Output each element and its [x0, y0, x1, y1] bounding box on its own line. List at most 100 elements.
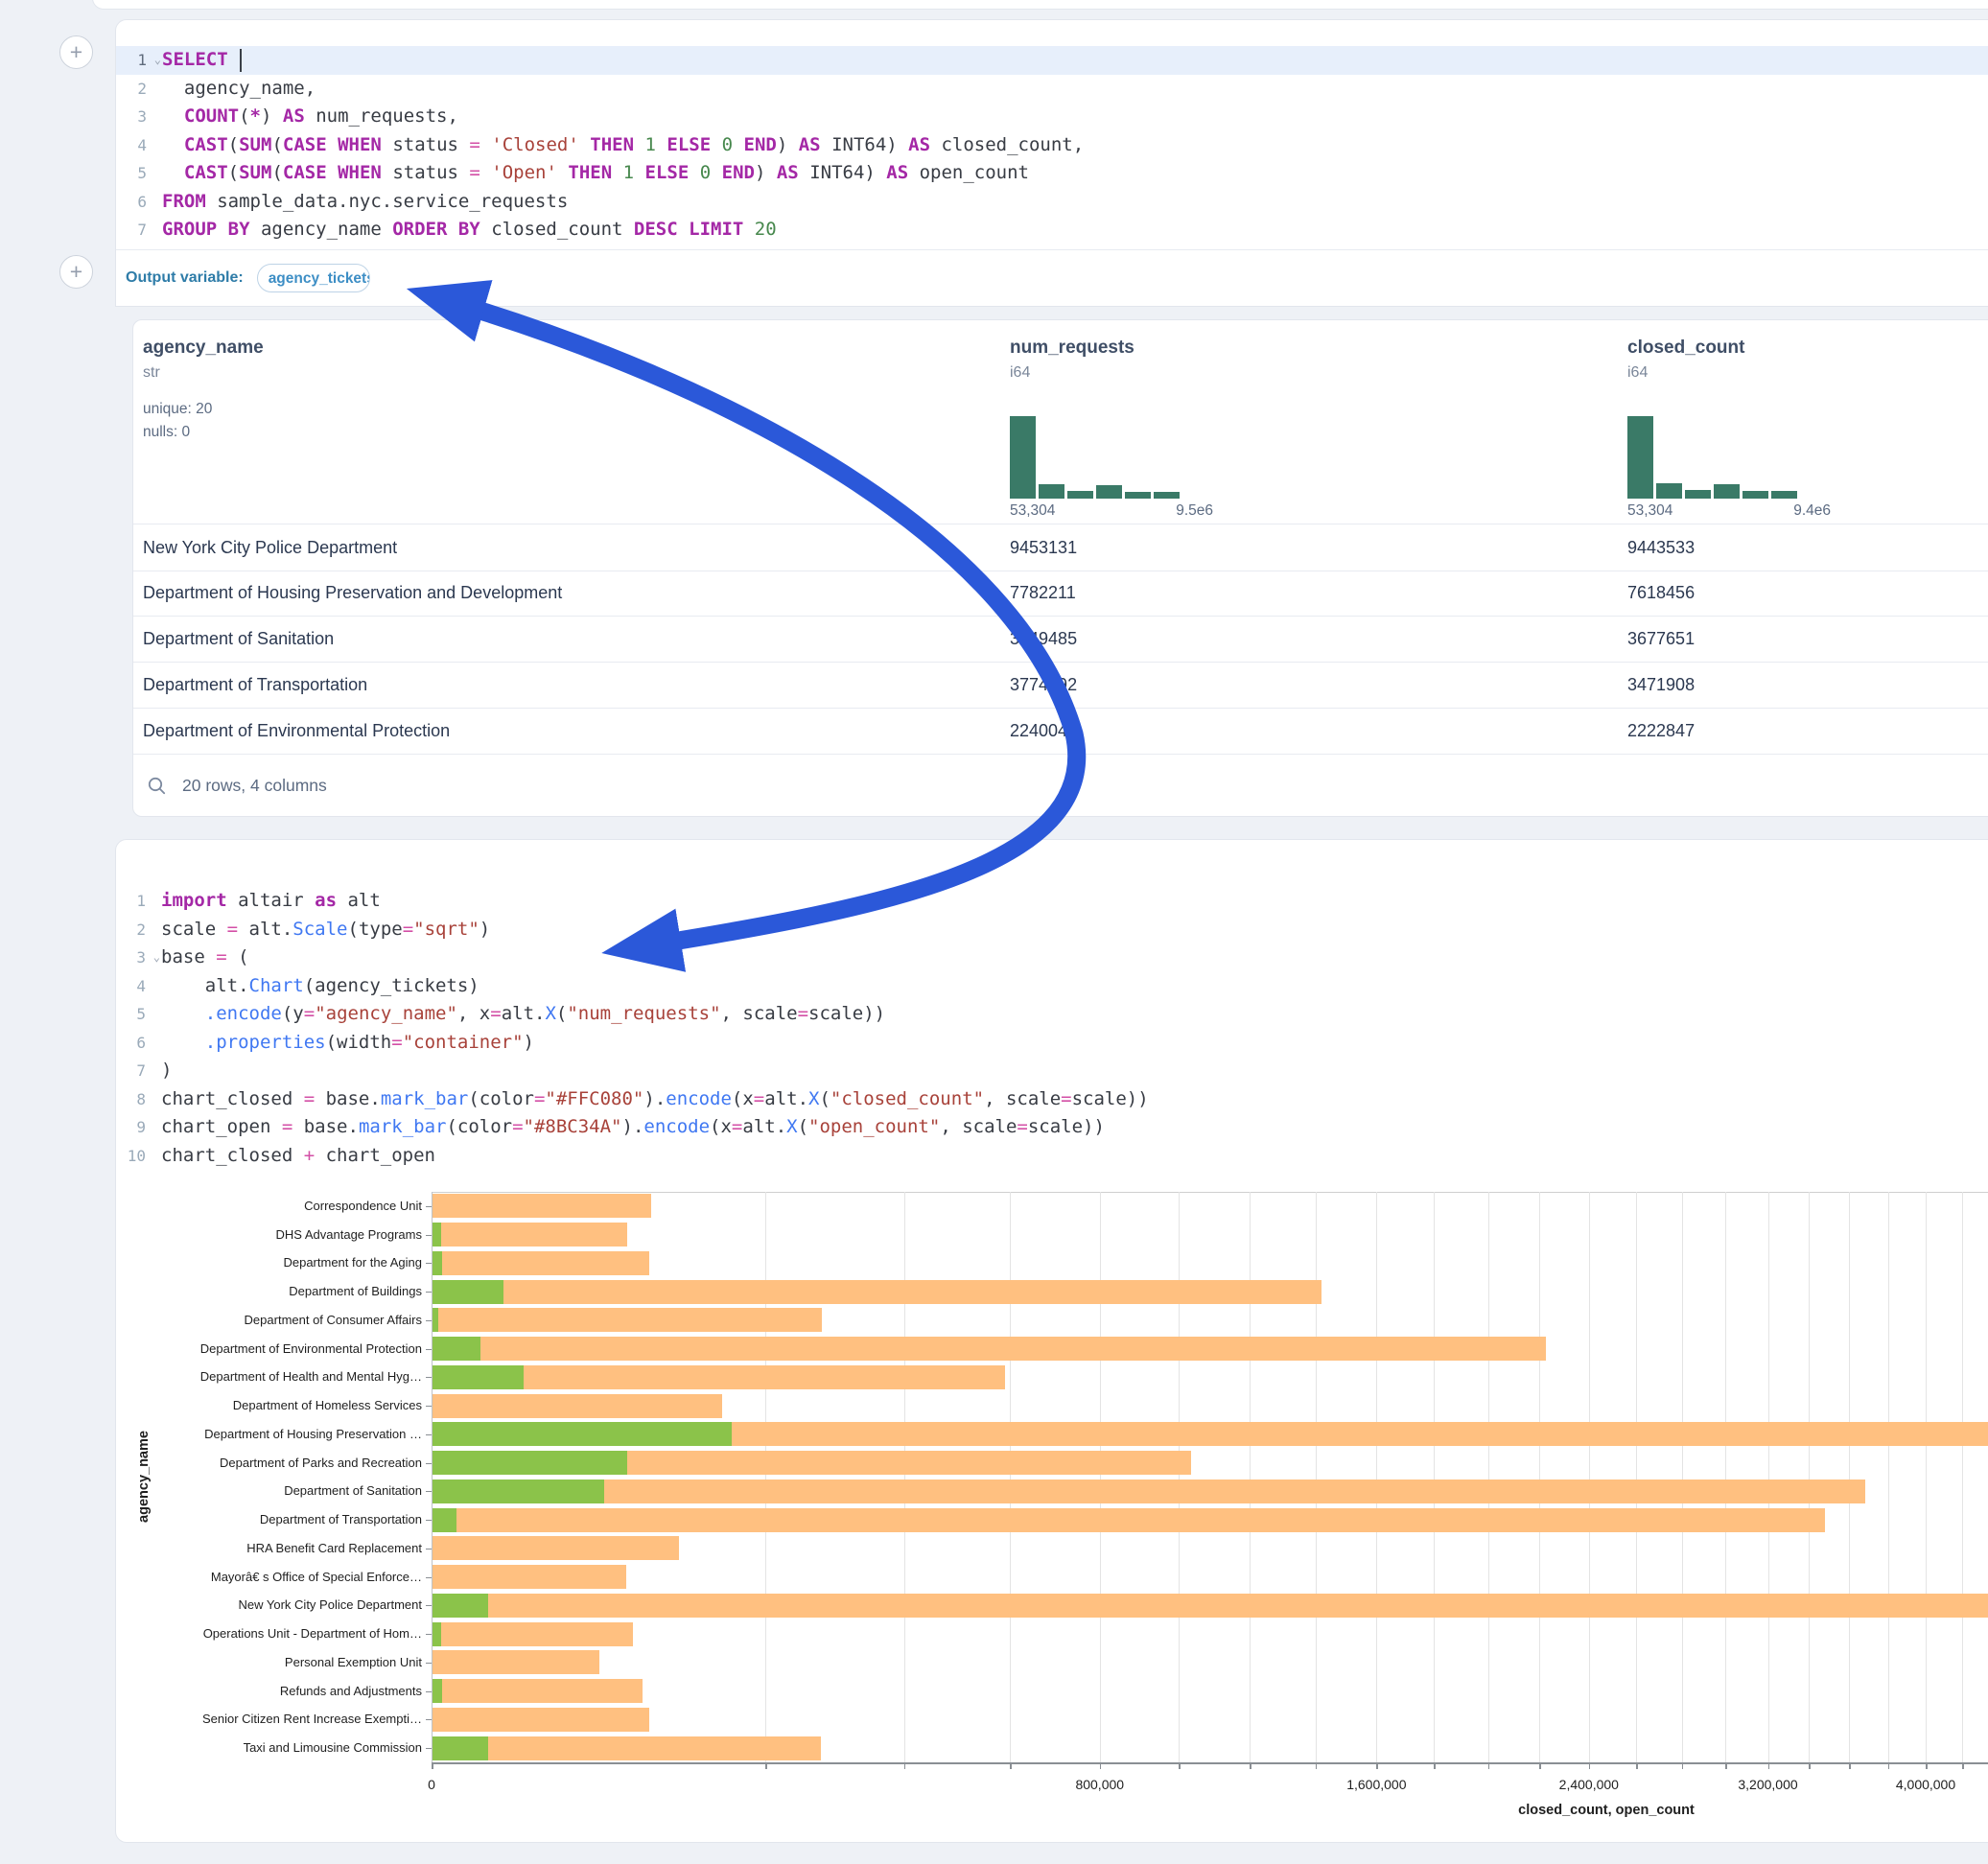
table-cell: 2222847 [1627, 708, 1695, 754]
line-number: 3⌄ [115, 944, 161, 972]
code-text: chart_open = base.mark_bar(color="#8BC34… [161, 1113, 1985, 1142]
histogram-min-label: 53,304 [1627, 502, 1672, 520]
column-header: closed_count [1627, 338, 1744, 359]
histogram-bar [1714, 484, 1740, 499]
previous-cell-edge [92, 0, 1988, 10]
add-cell-button[interactable]: + [59, 255, 93, 289]
histogram-range-labels: 53,3049.5e6 [1010, 502, 1213, 520]
histogram-bar [1685, 490, 1711, 499]
table-cell: 9453131 [1010, 524, 1077, 571]
histogram-min-label: 53,304 [1010, 502, 1055, 520]
fold-chevron-icon[interactable]: ⌄ [153, 944, 160, 972]
code-text: CAST(SUM(CASE WHEN status = 'Closed' THE… [162, 131, 1988, 160]
histogram-range-labels: 53,304 9.4e6 [1627, 502, 1831, 520]
code-line[interactable]: 7) [115, 1057, 1985, 1085]
output-variable-pill[interactable]: agency_tickets [257, 264, 370, 292]
code-line[interactable]: 1import altair as alt [115, 887, 1985, 916]
code-line[interactable]: 6FROM sample_data.nyc.service_requests [116, 188, 1988, 217]
code-text: FROM sample_data.nyc.service_requests [162, 188, 1988, 217]
table-row: New York City Police Department 9453131 94… [133, 524, 1988, 571]
table-cell: 3471908 [1627, 662, 1695, 708]
line-number: 5 [116, 159, 162, 188]
column-histogram [1627, 416, 1800, 499]
code-text: .encode(y="agency_name", x=alt.X("num_re… [161, 1000, 1985, 1029]
column-stat: nulls: 0 [143, 424, 190, 441]
sql-code-editor[interactable]: 1⌄SELECT 2 agency_name,3 COUNT(*) AS num… [116, 46, 1988, 245]
table-cell: 7618456 [1627, 570, 1695, 616]
table-cell: Department of Sanitation [143, 616, 334, 662]
line-number: 7 [116, 216, 162, 245]
code-line[interactable]: 10chart_closed + chart_open [115, 1142, 1985, 1171]
line-number: 6 [116, 188, 162, 217]
code-line[interactable]: 4 CAST(SUM(CASE WHEN status = 'Closed' T… [116, 131, 1988, 160]
line-number: 2 [116, 75, 162, 104]
histogram-bar [1096, 485, 1122, 499]
table-cell: New York City Police Department [143, 524, 397, 571]
output-variable-row: Output variable: agency_tickets [116, 249, 1988, 306]
table-cell: Department of Housing Preservation and D… [143, 570, 562, 616]
column-histogram [1010, 416, 1182, 499]
table-cell: 3677651 [1627, 616, 1695, 662]
column-type: i64 [1010, 364, 1030, 382]
code-text: scale = alt.Scale(type="sqrt") [161, 916, 1985, 944]
output-variable-label: Output variable: [126, 269, 244, 287]
code-line[interactable]: 4 alt.Chart(agency_tickets) [115, 972, 1985, 1001]
table-cell: 9443533 [1627, 524, 1695, 571]
histogram-bar [1742, 491, 1768, 499]
line-number: 2 [115, 916, 161, 944]
code-line[interactable]: 7GROUP BY agency_name ORDER BY closed_co… [116, 216, 1988, 245]
line-number: 9 [115, 1113, 161, 1142]
text-caret [240, 49, 242, 72]
sql-cell: 1⌄SELECT 2 agency_name,3 COUNT(*) AS num… [115, 19, 1988, 307]
search-icon[interactable] [147, 776, 167, 796]
code-line[interactable]: 9chart_open = base.mark_bar(color="#8BC3… [115, 1113, 1985, 1142]
code-line[interactable]: 2scale = alt.Scale(type="sqrt") [115, 916, 1985, 944]
column-type: i64 [1627, 364, 1648, 382]
fold-chevron-icon[interactable]: ⌄ [154, 46, 161, 75]
histogram-max-label: 9.4e6 [1793, 502, 1831, 520]
histogram-bar [1656, 483, 1682, 499]
table-row: Department of Sanitation 3749485 3677651 [133, 616, 1988, 663]
notebook-page: + + 1⌄SELECT 2 agency_name,3 COUNT(*) AS… [0, 0, 1988, 1864]
add-cell-button[interactable]: + [59, 35, 93, 69]
code-line[interactable]: 1⌄SELECT [116, 46, 1988, 75]
code-text: GROUP BY agency_name ORDER BY closed_cou… [162, 216, 1988, 245]
code-text: agency_name, [162, 75, 1988, 104]
table-cell: 3749485 [1010, 616, 1077, 662]
result-table: agency_namestr unique: 20 nulls: 0 num_requ… [132, 319, 1988, 817]
code-text: COUNT(*) AS num_requests, [162, 103, 1988, 131]
code-line[interactable]: 3 COUNT(*) AS num_requests, [116, 103, 1988, 131]
table-cell: 2240041 [1010, 708, 1077, 754]
code-line[interactable]: 2 agency_name, [116, 75, 1988, 104]
column-header: agency_name [143, 338, 264, 359]
code-line[interactable]: 5 CAST(SUM(CASE WHEN status = 'Open' THE… [116, 159, 1988, 188]
code-line[interactable]: 5 .encode(y="agency_name", x=alt.X("num_… [115, 1000, 1985, 1029]
table-cell: Department of Transportation [143, 662, 367, 708]
line-number: 4 [115, 972, 161, 1001]
line-number: 5 [115, 1000, 161, 1029]
column-type: str [143, 364, 160, 382]
table-footer: 20 rows, 4 columns [133, 754, 1988, 818]
histogram-bar [1771, 491, 1797, 499]
line-number: 4 [116, 131, 162, 160]
python-code-editor[interactable]: 1import altair as alt2scale = alt.Scale(… [115, 887, 1985, 1170]
histogram-bar [1039, 484, 1064, 499]
table-row: Department of Transportation 3774892 34719… [133, 662, 1988, 709]
code-text: ) [161, 1057, 1985, 1085]
histogram-bar [1010, 416, 1036, 499]
code-text: .properties(width="container") [161, 1029, 1985, 1058]
column-header: num_requests [1010, 338, 1134, 359]
histogram-bar [1154, 492, 1180, 499]
code-text: CAST(SUM(CASE WHEN status = 'Open' THEN … [162, 159, 1988, 188]
code-line[interactable]: 3⌄base = ( [115, 944, 1985, 972]
code-text: alt.Chart(agency_tickets) [161, 972, 1985, 1001]
code-text: chart_closed + chart_open [161, 1142, 1985, 1171]
line-number: 1⌄ [116, 46, 162, 75]
table-cell: 3774892 [1010, 662, 1077, 708]
code-line[interactable]: 8chart_closed = base.mark_bar(color="#FF… [115, 1085, 1985, 1114]
code-line[interactable]: 6 .properties(width="container") [115, 1029, 1985, 1058]
line-number: 1 [115, 887, 161, 916]
code-text: import altair as alt [161, 887, 1985, 916]
column-stat: unique: 20 [143, 401, 212, 418]
table-cell: Department of Environmental Protection [143, 708, 450, 754]
